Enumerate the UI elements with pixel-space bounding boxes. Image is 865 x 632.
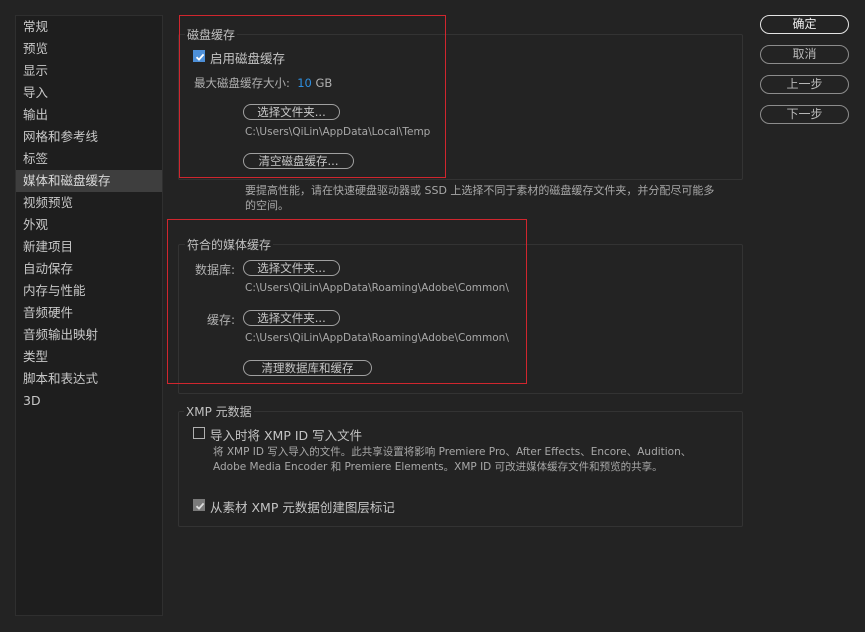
write-xmp-id-checkbox[interactable] [193,427,205,439]
cancel-button[interactable]: 取消 [760,45,849,64]
sidebar-item-import[interactable]: 导入 [16,82,162,104]
highlight-box-conformed-cache [167,219,527,384]
sidebar-item-appearance[interactable]: 外观 [16,214,162,236]
ok-button[interactable]: 确定 [760,15,849,34]
sidebar-item-general[interactable]: 常规 [16,16,162,38]
write-xmp-id-label: 导入时将 XMP ID 写入文件 [210,428,363,443]
disk-cache-hint: 要提高性能，请在快速硬盘驱动器或 SSD 上选择不同于素材的磁盘缓存文件夹，并分… [245,184,715,212]
preferences-category-list: 常规 预览 显示 导入 输出 网格和参考线 标签 媒体和磁盘缓存 视频预览 外观… [15,15,163,616]
sidebar-item-3d[interactable]: 3D [16,390,162,412]
sidebar-item-media-disk-cache[interactable]: 媒体和磁盘缓存 [16,170,162,192]
xmp-metadata-title: XMP 元数据 [184,403,254,420]
create-layer-markers-checkbox[interactable] [193,499,205,511]
sidebar-item-display[interactable]: 显示 [16,60,162,82]
checkmark-icon [195,502,205,510]
sidebar-item-audio-output-mapping[interactable]: 音频输出映射 [16,324,162,346]
sidebar-item-auto-save[interactable]: 自动保存 [16,258,162,280]
sidebar-item-audio-hardware[interactable]: 音频硬件 [16,302,162,324]
sidebar-item-scripting-expressions[interactable]: 脚本和表达式 [16,368,162,390]
write-xmp-id-description: 将 XMP ID 写入导入的文件。此共享设置将影响 Premiere Pro、A… [213,446,692,473]
highlight-box-disk-cache [179,15,446,178]
create-layer-markers-label: 从素材 XMP 元数据创建图层标记 [210,500,395,515]
sidebar-item-new-project[interactable]: 新建项目 [16,236,162,258]
sidebar-item-grids-guides[interactable]: 网格和参考线 [16,126,162,148]
next-button[interactable]: 下一步 [760,105,849,124]
sidebar-item-type[interactable]: 类型 [16,346,162,368]
sidebar-item-preview[interactable]: 预览 [16,38,162,60]
sidebar-item-labels[interactable]: 标签 [16,148,162,170]
sidebar-item-memory-performance[interactable]: 内存与性能 [16,280,162,302]
previous-button[interactable]: 上一步 [760,75,849,94]
sidebar-item-output[interactable]: 输出 [16,104,162,126]
sidebar-item-video-preview[interactable]: 视频预览 [16,192,162,214]
